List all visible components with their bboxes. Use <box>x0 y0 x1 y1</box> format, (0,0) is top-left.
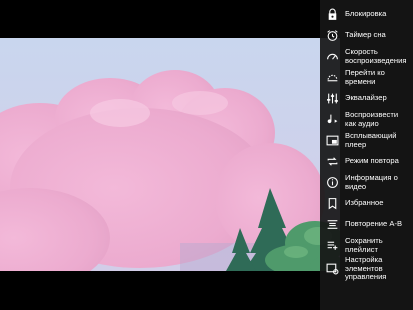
menu-item-label: Перейти ко времени <box>345 67 385 86</box>
save-playlist-icon <box>326 239 339 252</box>
video-player[interactable]: Блокировка Таймер сна Скорость воспроизв… <box>0 0 413 310</box>
menu-item-label: Воспроизвести как аудио <box>345 109 399 128</box>
popup-player-icon <box>326 134 339 147</box>
menu-item-label: Режим повтора <box>345 156 399 166</box>
menu-item-label: Эквалайзер <box>345 93 387 103</box>
menu-item-save-playlist[interactable]: Сохранить плейлист <box>320 235 413 256</box>
jump-to-time-icon <box>326 71 339 84</box>
menu-item-label: Информация о видео <box>345 172 398 191</box>
alarm-timer-icon <box>326 29 339 42</box>
player-options-menu: Блокировка Таймер сна Скорость воспроизв… <box>320 0 413 310</box>
menu-item-label: Сохранить плейлист <box>345 235 383 254</box>
menu-item-repeat-mode[interactable]: Режим повтора <box>320 151 413 172</box>
menu-item-label: Таймер сна <box>345 30 386 40</box>
equalizer-icon <box>326 92 339 105</box>
menu-item-label: Повторение A-B <box>345 219 403 229</box>
menu-item-ab-repeat[interactable]: Повторение A-B <box>320 214 413 235</box>
speedometer-icon <box>326 50 339 63</box>
audio-note-icon <box>326 113 339 126</box>
info-icon <box>326 176 339 189</box>
menu-item-label: Блокировка <box>345 9 387 19</box>
menu-item-label: Настройка элементов управления <box>345 255 387 282</box>
bookmark-icon <box>326 197 339 210</box>
customize-controls-icon <box>326 262 339 275</box>
repeat-icon <box>326 155 339 168</box>
menu-item-video-info[interactable]: Информация о видео <box>320 172 413 193</box>
menu-item-equalizer[interactable]: Эквалайзер <box>320 88 413 109</box>
lock-icon <box>326 8 339 21</box>
menu-item-popup-player[interactable]: Всплывающий плеер <box>320 130 413 151</box>
video-still-image <box>0 38 340 271</box>
menu-item-label: Всплывающий плеер <box>345 130 397 149</box>
menu-item-label: Избранное <box>345 198 384 208</box>
menu-item-lock[interactable]: Блокировка <box>320 4 413 25</box>
ab-repeat-icon <box>326 218 339 231</box>
video-frame[interactable] <box>0 38 340 271</box>
menu-item-sleep-timer[interactable]: Таймер сна <box>320 25 413 46</box>
menu-item-favorites[interactable]: Избранное <box>320 193 413 214</box>
menu-item-playback-speed[interactable]: Скорость воспроизведения <box>320 46 413 67</box>
menu-item-play-as-audio[interactable]: Воспроизвести как аудио <box>320 109 413 130</box>
menu-item-jump-to-time[interactable]: Перейти ко времени <box>320 67 413 88</box>
menu-item-customize-controls[interactable]: Настройка элементов управления <box>320 255 413 282</box>
menu-item-label: Скорость воспроизведения <box>345 46 407 65</box>
